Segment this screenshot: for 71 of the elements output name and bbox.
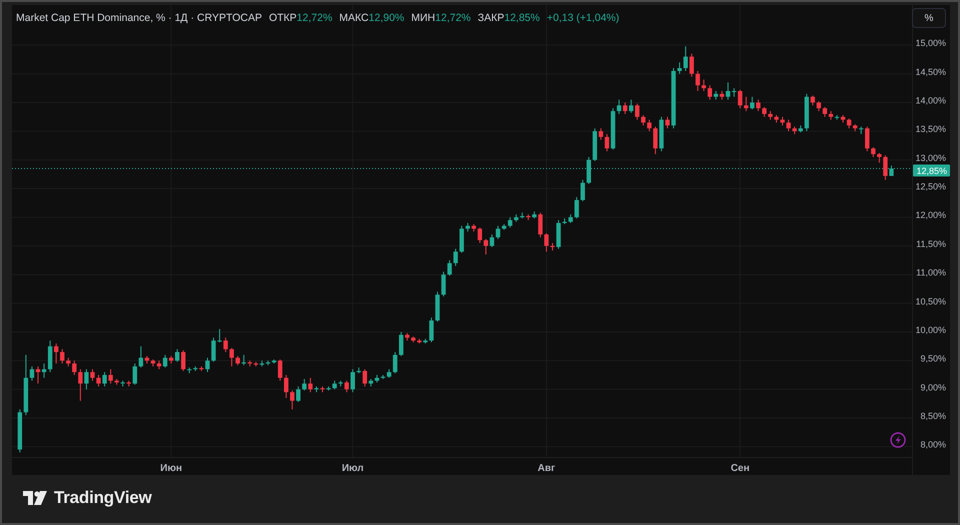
candlestick bbox=[816, 100, 821, 112]
candlestick bbox=[356, 367, 361, 374]
axis-label: 10,00% bbox=[915, 324, 946, 335]
stat-value: 12,85% bbox=[504, 12, 540, 24]
candlestick bbox=[466, 222, 470, 232]
candlestick bbox=[871, 146, 876, 158]
candlestick bbox=[696, 70, 700, 92]
axis-label: 12,50% bbox=[915, 182, 946, 192]
stat-value: 12,72% bbox=[435, 12, 471, 24]
candlestick bbox=[114, 378, 119, 386]
candlestick bbox=[242, 354, 246, 366]
percent-scale-button[interactable]: % bbox=[912, 8, 946, 28]
lightning-icon[interactable] bbox=[890, 432, 906, 448]
candlestick bbox=[756, 99, 760, 112]
candlestick bbox=[641, 114, 646, 126]
chart-title: Market Cap ETH Dominance, % · 1Д · CRYPTOCAP bbox=[16, 12, 262, 24]
candlestick bbox=[635, 103, 640, 120]
price-change: +0,13 (+1,04%) bbox=[546, 12, 620, 24]
logo-text: TradingView bbox=[54, 488, 152, 508]
candlestick bbox=[690, 53, 694, 78]
candlestick bbox=[810, 95, 815, 106]
logo-icon bbox=[23, 491, 47, 505]
axis-label: 11,50% bbox=[916, 238, 946, 249]
stat-value: 12,90% bbox=[368, 12, 404, 24]
price-badge: 12,85% bbox=[913, 164, 950, 176]
candlestick bbox=[460, 225, 464, 254]
candlestick bbox=[230, 348, 234, 367]
axis-label: 8,00% bbox=[920, 440, 946, 450]
candlestick bbox=[350, 368, 355, 393]
axis-label: 9,50% bbox=[920, 354, 946, 364]
axis-label: 13,50% bbox=[915, 124, 946, 134]
candlestick bbox=[526, 214, 530, 221]
stat-value: 12,72% bbox=[296, 12, 332, 24]
candlestick bbox=[236, 356, 240, 366]
candlestick bbox=[865, 126, 870, 152]
candlestick bbox=[290, 390, 294, 410]
axis-label: Сен bbox=[730, 463, 750, 474]
candlestick bbox=[181, 350, 186, 372]
candlestick bbox=[126, 380, 131, 387]
candlestick bbox=[520, 212, 524, 219]
candlestick bbox=[750, 96, 754, 110]
candlestick bbox=[574, 196, 579, 219]
axis-label: 14,00% bbox=[915, 96, 946, 106]
axis-label: 12,00% bbox=[915, 210, 946, 220]
stat-label: ЗАКР bbox=[478, 12, 504, 24]
candlestick bbox=[344, 380, 349, 393]
candlestick bbox=[702, 79, 706, 92]
axis-label: 9,00% bbox=[920, 382, 946, 392]
stat-label: МАКС bbox=[339, 12, 369, 24]
candlestick bbox=[296, 386, 300, 402]
ref-line-label: 12,85% bbox=[916, 166, 947, 176]
axis-label: 13,00% bbox=[915, 152, 946, 163]
candlestick bbox=[586, 156, 591, 184]
candlestick bbox=[175, 348, 180, 362]
stat-label: ОТКР bbox=[268, 12, 297, 24]
candlestick bbox=[472, 224, 476, 232]
axis-label: 14,50% bbox=[915, 66, 946, 77]
axis-label: Июн bbox=[160, 463, 182, 474]
candlestick bbox=[60, 348, 64, 364]
axis-label: 8,50% bbox=[920, 411, 946, 421]
axis-label: 15,00% bbox=[915, 38, 946, 48]
candlestick bbox=[405, 332, 410, 342]
axis-label: Авг bbox=[538, 463, 556, 474]
axis-label: 11,00% bbox=[916, 268, 946, 278]
axis-label: Июл bbox=[342, 463, 364, 474]
stat-label: МИН bbox=[411, 12, 436, 24]
candlestick bbox=[120, 380, 125, 387]
candlestick bbox=[580, 179, 585, 202]
axis-label: 10,50% bbox=[915, 296, 946, 306]
candlestick bbox=[411, 336, 416, 343]
candlestick bbox=[66, 357, 70, 367]
